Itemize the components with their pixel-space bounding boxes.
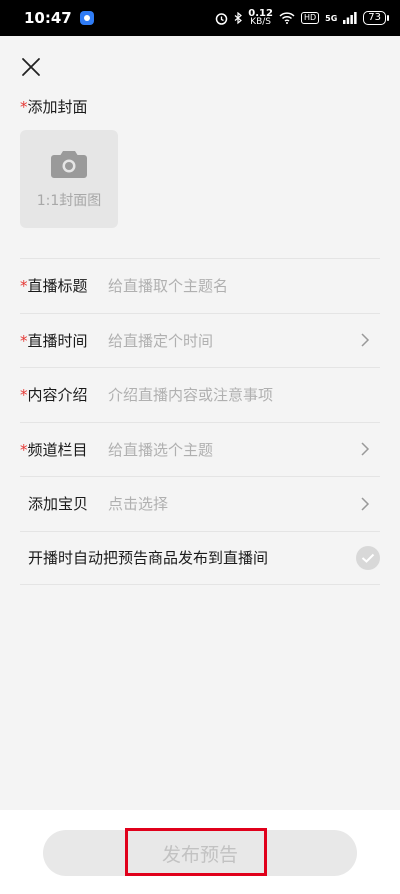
- row-label: *直播标题: [20, 277, 88, 296]
- status-time: 10:47: [24, 9, 72, 27]
- cover-placeholder: 1:1封面图: [36, 193, 102, 209]
- bottom-bar: 发布预告: [0, 810, 400, 894]
- wifi-icon: [279, 12, 295, 24]
- status-bar: 10:47 0.12 KB/S HD 5G 73: [0, 0, 400, 36]
- close-icon[interactable]: [20, 56, 42, 78]
- camera-icon: [51, 151, 87, 178]
- cover-label: *添加封面: [20, 98, 88, 116]
- row-label: *内容介绍: [20, 386, 88, 405]
- auto-publish-toggle[interactable]: [356, 545, 380, 570]
- row-content-intro[interactable]: *内容介绍 介绍直播内容或注意事项: [20, 367, 380, 422]
- chevron-right-icon: [361, 497, 370, 511]
- row-channel[interactable]: *频道栏目 给直播选个主题: [20, 421, 380, 477]
- channel-picker[interactable]: 给直播选个主题: [108, 439, 213, 460]
- row-live-time[interactable]: *直播时间 给直播定个时间: [20, 312, 380, 368]
- chevron-right-icon: [361, 333, 370, 347]
- alarm-icon: [216, 12, 228, 25]
- check-icon: [361, 553, 375, 563]
- live-time-picker[interactable]: 给直播定个时间: [108, 330, 213, 351]
- preview-form: *直播标题 给直播取个主题名 *直播时间 给直播定个时间 *内容介绍 介绍直播内…: [20, 258, 380, 585]
- row-label: *频道栏目: [20, 440, 88, 459]
- network-type: 5G: [325, 13, 338, 23]
- row-label: *直播时间: [20, 331, 88, 350]
- row-live-title[interactable]: *直播标题 给直播取个主题名: [20, 258, 380, 313]
- net-speed: 0.12 KB/S: [248, 8, 273, 27]
- publish-preview-button[interactable]: 发布预告: [43, 830, 357, 876]
- cover-upload-button[interactable]: 1:1封面图: [20, 130, 118, 228]
- status-icons: 0.12 KB/S HD 5G 73: [215, 8, 389, 27]
- row-label: 添加宝贝: [28, 495, 89, 514]
- goods-picker[interactable]: 点击选择: [108, 493, 168, 514]
- bluetooth-icon: [234, 11, 243, 24]
- chevron-right-icon: [361, 442, 370, 456]
- signal-icon: [343, 12, 357, 24]
- auto-publish-label: 开播时自动把预告商品发布到直播间: [28, 549, 269, 568]
- app-notification-icon: [79, 11, 94, 25]
- row-auto-publish[interactable]: 开播时自动把预告商品发布到直播间: [20, 530, 380, 585]
- content-intro-input[interactable]: 介绍直播内容或注意事项: [108, 384, 273, 405]
- live-title-input[interactable]: 给直播取个主题名: [108, 275, 228, 296]
- hd-badge: HD: [300, 12, 320, 24]
- row-add-goods[interactable]: 添加宝贝 点击选择: [20, 476, 380, 531]
- battery-indicator: 73: [363, 11, 389, 25]
- required-mark: *: [20, 98, 28, 116]
